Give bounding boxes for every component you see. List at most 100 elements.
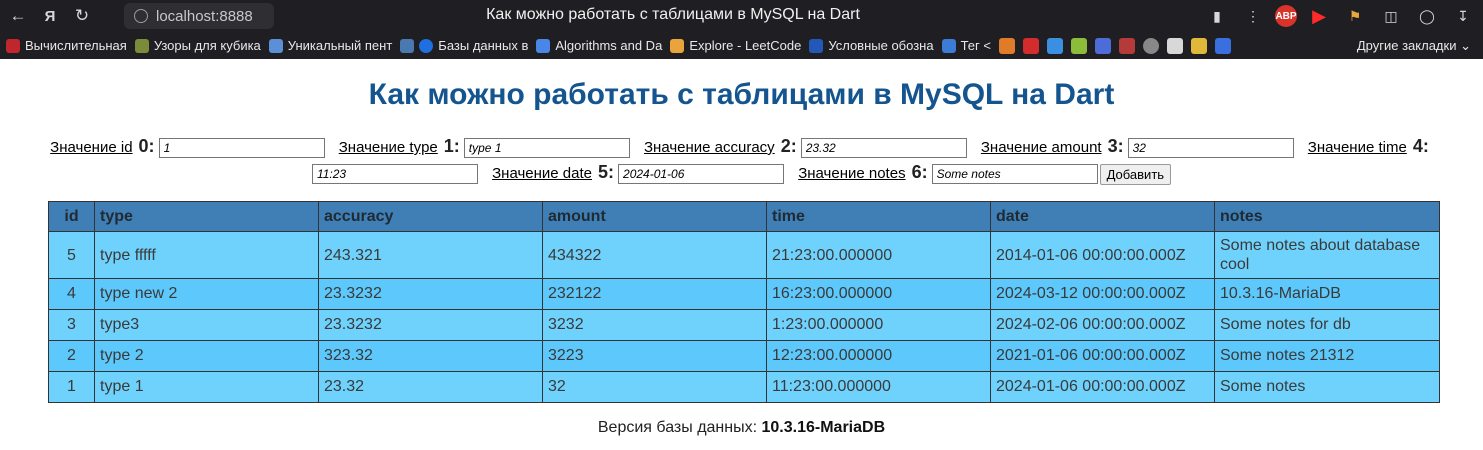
field-number: 1: (443, 136, 460, 156)
bookmark-item[interactable]: Explore - LeetCode (670, 38, 801, 53)
menu-dots-icon[interactable]: ⋮ (1239, 3, 1267, 29)
bookmark-favicon-icon (134, 38, 149, 53)
bookmark-item[interactable]: Базы данных в (400, 38, 528, 53)
bookmark-favicon-icon[interactable] (1214, 37, 1231, 54)
cell-accuracy: 243.321 (318, 231, 543, 279)
table-header-row: id type accuracy amount time date notes (48, 201, 1440, 232)
bookmark-favicon-icon[interactable] (1094, 37, 1111, 54)
bookmark-item[interactable]: Тег < (941, 38, 991, 53)
column-header: accuracy (318, 201, 543, 232)
bookmark-favicon-icon (6, 38, 20, 53)
cell-notes: Some notes about database cool (1214, 231, 1440, 279)
site-info-icon[interactable] (134, 9, 148, 23)
cell-date: 2024-03-12 00:00:00.000Z (990, 278, 1215, 310)
profile-icon[interactable]: ◯ (1413, 3, 1441, 29)
cell-date: 2024-02-06 00:00:00.000Z (990, 309, 1215, 341)
bookmark-favicon-icon[interactable] (1166, 37, 1183, 54)
cell-type: type 1 (94, 371, 319, 403)
label-amount[interactable]: Значение amount (981, 139, 1102, 156)
reload-icon[interactable]: ↻ (68, 2, 96, 30)
db-version-label: Версия базы данных: (597, 419, 758, 436)
bookmark-icon[interactable]: ▮ (1203, 3, 1231, 29)
yandex-icon[interactable]: Я (36, 2, 64, 30)
cell-amount: 232122 (542, 278, 767, 310)
notes-input[interactable] (931, 164, 1098, 185)
chevron-down-icon: ⌄ (1460, 38, 1471, 53)
cell-notes: Some notes for db (1214, 309, 1440, 341)
python-icon (400, 38, 415, 53)
column-header: type (94, 201, 319, 232)
bookmark-favicon-icon (941, 38, 956, 53)
cell-id: 1 (48, 371, 95, 403)
toolbar-right-icons: ▮ ⋮ ABP ▶ ⚑ ◫ ◯ ↧ (1195, 3, 1477, 29)
label-type[interactable]: Значение type (339, 139, 438, 156)
type-input[interactable] (463, 138, 630, 159)
cell-amount: 32 (542, 371, 767, 403)
bookmark-item[interactable]: Условные обозна (809, 38, 934, 53)
field-number: 6: (911, 162, 928, 182)
field-number: 5: (598, 162, 615, 182)
extension-icon[interactable]: ⚑ (1341, 3, 1369, 29)
bookmark-item[interactable]: Уникальный пент (268, 38, 392, 53)
bookmark-item[interactable]: Узоры для кубика (134, 38, 261, 53)
globe-icon[interactable] (1142, 37, 1159, 54)
cell-date: 2014-01-06 00:00:00.000Z (990, 231, 1215, 279)
records-table: id type accuracy amount time date notes … (48, 201, 1440, 403)
field-number: 4: (1412, 136, 1429, 156)
table-row: 4 type new 2 23.3232 232122 16:23:00.000… (48, 278, 1440, 310)
cell-id: 5 (48, 231, 95, 279)
bookmark-favicon-icon (419, 38, 434, 53)
address-bar[interactable]: localhost:8888 (124, 3, 274, 29)
column-header: id (48, 201, 95, 232)
address-url: localhost:8888 (156, 7, 253, 25)
cell-id: 3 (48, 309, 95, 341)
column-header: notes (1214, 201, 1440, 232)
cell-time: 11:23:00.000000 (766, 371, 991, 403)
other-bookmarks[interactable]: Другие закладки ⌄ (1357, 38, 1471, 54)
bookmarks-bar: Вычислительная Узоры для кубика Уникальн… (0, 32, 1483, 59)
bookmark-favicon-icon[interactable] (1190, 37, 1207, 54)
adblock-plus-icon[interactable]: ABP (1275, 5, 1297, 27)
label-time[interactable]: Значение time (1308, 139, 1407, 156)
amount-input[interactable] (1127, 138, 1294, 159)
table-row: 5 type fffff 243.321 434322 21:23:00.000… (48, 231, 1440, 279)
label-date[interactable]: Значение date (492, 165, 592, 182)
label-id[interactable]: Значение id (50, 139, 132, 156)
cell-notes: 10.3.16-MariaDB (1214, 278, 1440, 310)
bookmark-item[interactable]: Algorithms and Da (536, 38, 662, 53)
bookmark-favicon-icon[interactable] (1022, 37, 1039, 54)
column-header: date (990, 201, 1215, 232)
cell-time: 21:23:00.000000 (766, 231, 991, 279)
bookmark-item[interactable]: Вычислительная (6, 38, 127, 53)
column-header: time (766, 201, 991, 232)
extensions-puzzle-icon[interactable]: ◫ (1377, 3, 1405, 29)
stackoverflow-icon[interactable] (998, 37, 1015, 54)
bookmark-favicon-icon[interactable] (1118, 37, 1135, 54)
cell-amount: 3232 (542, 309, 767, 341)
cell-time: 12:23:00.000000 (766, 340, 991, 372)
tab-title: Как можно работать с таблицами в MySQL н… (486, 6, 860, 23)
db-version-value: 10.3.16-MariaDB (761, 419, 886, 436)
cell-amount: 434322 (542, 231, 767, 279)
field-number: 2: (780, 136, 797, 156)
date-input[interactable] (618, 164, 785, 185)
youtube-extension-icon[interactable]: ▶ (1305, 3, 1333, 29)
time-input[interactable] (311, 164, 478, 185)
id-input[interactable] (158, 138, 325, 159)
cell-type: type new 2 (94, 278, 319, 310)
label-notes[interactable]: Значение notes (798, 165, 905, 182)
table-row: 2 type 2 323.32 3223 12:23:00.000000 202… (48, 340, 1440, 372)
label-accuracy[interactable]: Значение accuracy (644, 139, 775, 156)
cell-notes: Some notes (1214, 371, 1440, 403)
add-button[interactable]: Добавить (1099, 163, 1172, 185)
leetcode-icon (670, 38, 685, 53)
back-arrow-icon[interactable]: ← (4, 2, 32, 30)
cell-date: 2021-01-06 00:00:00.000Z (990, 340, 1215, 372)
downloads-icon[interactable]: ↧ (1449, 3, 1477, 29)
cell-type: type 2 (94, 340, 319, 372)
bookmark-favicon-icon[interactable] (1046, 37, 1063, 54)
browser-toolbar: ← Я ↻ localhost:8888 Как можно работать … (0, 0, 1483, 32)
bookmark-favicon-icon[interactable] (1070, 37, 1087, 54)
bookmark-favicon-icon (268, 38, 283, 53)
accuracy-input[interactable] (800, 138, 967, 159)
